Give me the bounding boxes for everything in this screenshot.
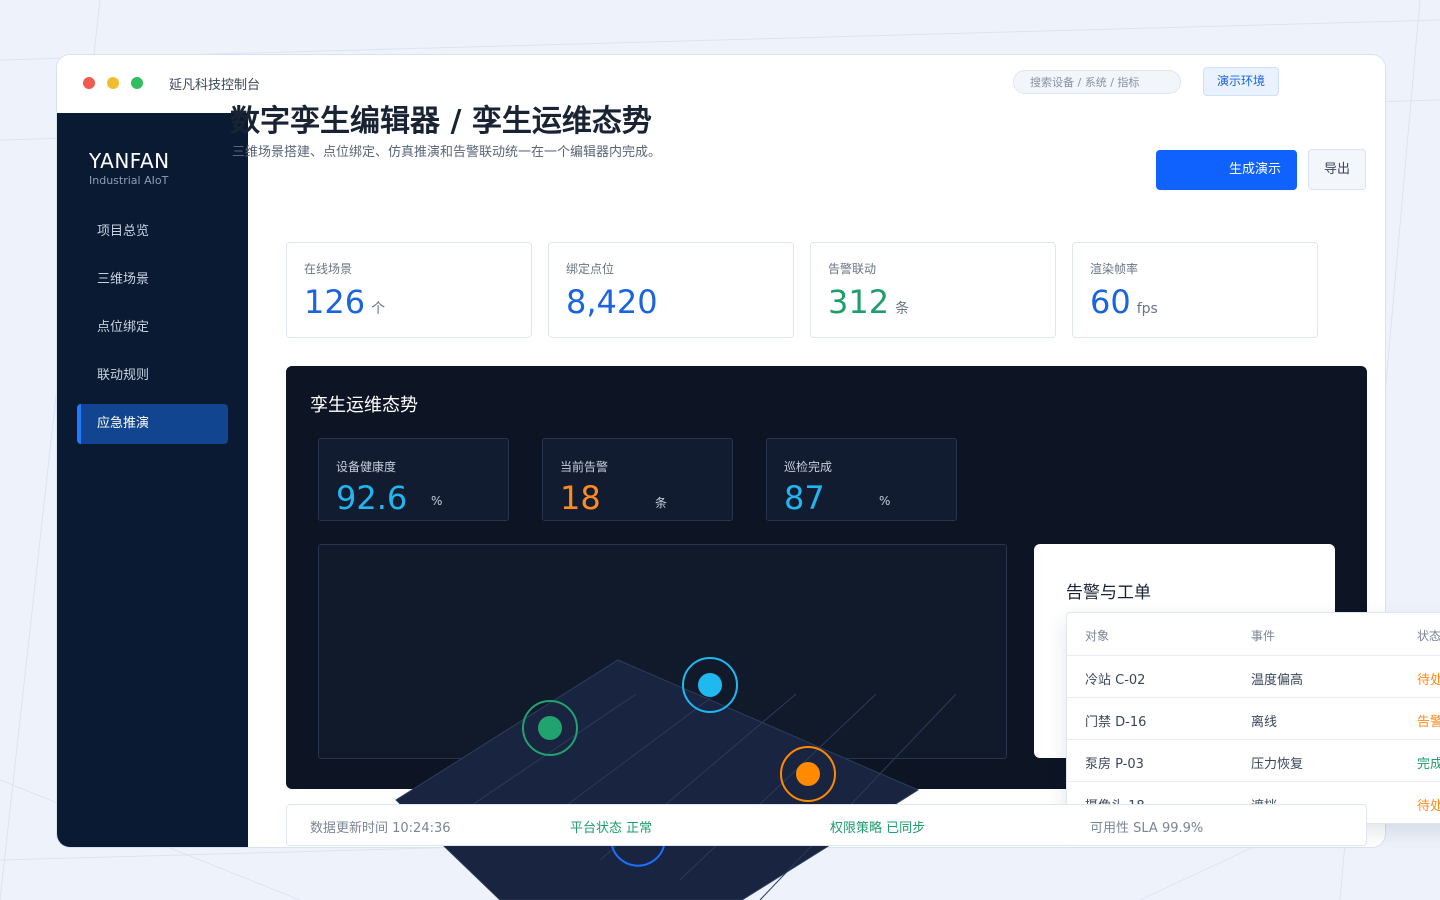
- status-footer: 数据更新时间 10:24:36 平台状态 正常 权限策略 已同步 可用性 SLA…: [286, 804, 1367, 846]
- status-badge: 待处: [1417, 673, 1440, 688]
- status-badge: 告警: [1417, 715, 1440, 730]
- page-title: 数字孪生编辑器 / 孪生运维态势: [230, 104, 652, 139]
- metric-device-health: 设备健康度 92.6 %: [318, 438, 509, 521]
- kpi-label: 在线场景: [304, 262, 353, 276]
- column-header-event: 事件: [1251, 629, 1276, 643]
- sidebar: YANFAN Industrial AIoT 项目总览 三维场景 点位绑定 联动…: [57, 113, 248, 847]
- sidebar-item-emergency-drill[interactable]: 应急推演: [77, 404, 228, 444]
- table-row[interactable]: 门禁 D-16 离线 告警: [1067, 697, 1440, 740]
- kpi-label: 告警联动: [828, 262, 877, 276]
- table-row[interactable]: 冷站 C-02 温度偏高 待处: [1067, 655, 1440, 698]
- alarm-panel-title: 告警与工单: [1066, 583, 1151, 603]
- metric-current-alarms: 当前告警 18 条: [542, 438, 733, 521]
- platform-status: 平台状态 正常: [570, 821, 653, 836]
- column-header-object: 对象: [1085, 629, 1110, 643]
- sidebar-item-linkage-rules[interactable]: 联动规则: [77, 356, 228, 396]
- generate-demo-button[interactable]: 生成演示: [1156, 150, 1297, 190]
- page-subtitle: 三维场景搭建、点位绑定、仿真推演和告警联动统一在一个编辑器内完成。: [232, 145, 662, 160]
- sla-status: 可用性 SLA 99.9%: [1090, 821, 1204, 836]
- brand-subtitle: Industrial AIoT: [89, 174, 169, 187]
- maximize-window-button[interactable]: [131, 77, 143, 89]
- status-badge: 完成: [1417, 757, 1440, 772]
- column-header-status: 状态: [1417, 629, 1440, 643]
- search-input[interactable]: 搜索设备 / 系统 / 指标: [1013, 70, 1181, 94]
- table-row[interactable]: 泵房 P-03 压力恢复 完成: [1067, 739, 1440, 782]
- sidebar-item-3d-scene[interactable]: 三维场景: [77, 260, 228, 300]
- minimize-window-button[interactable]: [107, 77, 119, 89]
- app-title: 延凡科技控制台: [169, 78, 261, 93]
- environment-button[interactable]: 演示环境: [1203, 67, 1279, 96]
- kpi-value: 60 fps: [1090, 283, 1158, 321]
- kpi-value: 312 条: [828, 283, 910, 321]
- permission-status: 权限策略 已同步: [830, 821, 926, 836]
- kpi-label: 渲染帧率: [1090, 262, 1139, 276]
- 3d-scene-viewport[interactable]: [318, 544, 1007, 759]
- update-time: 数据更新时间 10:24:36: [310, 821, 451, 836]
- close-window-button[interactable]: [83, 77, 95, 89]
- export-button[interactable]: 导出: [1308, 149, 1366, 190]
- kpi-value: 126 个: [304, 283, 386, 321]
- sidebar-item-point-binding[interactable]: 点位绑定: [77, 308, 228, 348]
- sidebar-item-overview[interactable]: 项目总览: [77, 212, 228, 252]
- status-badge: 待处: [1417, 799, 1440, 814]
- kpi-card-alarm-linkage: 告警联动 312 条: [810, 242, 1056, 338]
- kpi-value: 8,420: [566, 283, 658, 321]
- kpi-label: 绑定点位: [566, 262, 615, 276]
- kpi-card-render-fps: 渲染帧率 60 fps: [1072, 242, 1318, 338]
- twin-panel-title: 孪生运维态势: [310, 395, 418, 416]
- metric-inspection-complete: 巡检完成 87 %: [766, 438, 957, 521]
- kpi-card-bound-points: 绑定点位 8,420: [548, 242, 794, 338]
- brand-logo: YANFAN: [89, 149, 170, 173]
- alarm-table: 对象 事件 状态 冷站 C-02 温度偏高 待处 门禁 D-16 离线 告警 泵…: [1066, 612, 1440, 824]
- kpi-card-online-scenes: 在线场景 126 个: [286, 242, 532, 338]
